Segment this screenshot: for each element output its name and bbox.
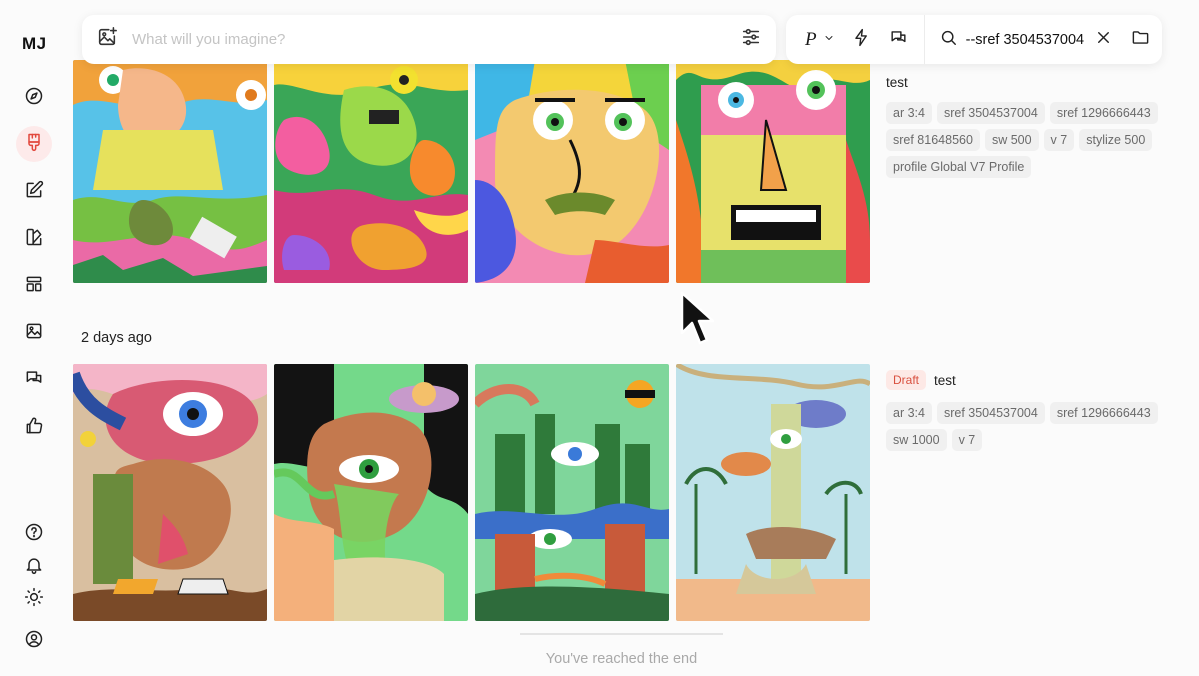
settings-sliders-icon[interactable] [740,26,762,53]
search-button[interactable] [939,15,958,64]
image-icon [24,321,44,346]
end-of-feed-text: You've reached the end [545,651,698,667]
image-meta-1: test ar 3:4 sref 3504537004 sref 129666644… [886,75,1176,178]
edit-icon [24,180,44,205]
sidebar-item-chat[interactable] [16,362,52,398]
param-chip[interactable]: sw 500 [984,129,1039,151]
generated-image[interactable] [274,364,468,621]
param-chips: ar 3:4 sref 3504537004 sref 1296666443 sref… [886,102,1166,178]
clear-search-button[interactable] [1094,15,1113,64]
generated-image[interactable] [73,60,267,283]
param-chip[interactable]: v 7 [1043,129,1075,151]
param-chip[interactable]: sref 81648560 [886,129,980,151]
job-title[interactable]: test [934,373,956,388]
app-logo[interactable]: MJ [22,34,47,54]
date-heading: 2 days ago [81,330,152,346]
sidebar: MJ [0,0,68,676]
layout-icon [24,274,44,299]
image-meta-2: Draft test ar 3:4 sref 3504537004 sref 129… [886,370,1176,451]
chat-icon [24,368,44,393]
theme-toggle[interactable] [16,581,52,617]
sidebar-item-organize[interactable] [16,268,52,304]
param-chip[interactable]: sref 3504537004 [936,102,1045,124]
param-chip[interactable]: sref 1296666443 [1049,402,1158,424]
chat-mode-button[interactable] [889,15,908,64]
param-chip[interactable]: stylize 500 [1079,129,1153,151]
speed-button[interactable] [852,15,871,64]
sidebar-item-rate[interactable] [16,410,52,446]
param-chips: ar 3:4 sref 3504537004 sref 1296666443 sw 1… [886,402,1166,451]
thumbs-up-icon [24,416,44,441]
param-chip[interactable]: sref 1296666443 [1049,102,1158,124]
close-icon [1094,28,1113,52]
brush-icon [24,132,44,157]
param-chip[interactable]: profile Global V7 Profile [886,156,1032,178]
sidebar-item-edit[interactable] [16,174,52,210]
user-icon [24,629,44,654]
generated-image[interactable] [676,60,870,283]
prompt-input[interactable] [132,31,732,48]
sidebar-item-gallery[interactable] [16,315,52,351]
sidebar-item-personalize[interactable] [16,221,52,257]
generated-image[interactable] [676,364,870,621]
personalize-dropdown[interactable]: P [786,15,835,64]
chevron-down-icon [817,31,835,49]
compass-icon [24,86,44,111]
lightning-icon [852,28,871,52]
param-chip[interactable]: ar 3:4 [886,402,932,424]
image-row-2 [73,364,870,621]
draft-badge: Draft [886,370,927,390]
sidebar-item-explore[interactable] [16,80,52,116]
search-input[interactable]: --sref 3504537004 [966,32,1084,48]
generated-image[interactable] [475,364,669,621]
param-chip[interactable]: ar 3:4 [886,102,932,124]
param-chip[interactable]: sw 1000 [886,429,947,451]
bell-icon [24,555,44,580]
generated-image[interactable] [73,364,267,621]
end-divider [520,633,723,635]
personalize-label: P [805,28,817,50]
toolbar: P --sref 3504537004 [786,15,1162,64]
generated-image[interactable] [475,60,669,283]
search-icon [939,28,958,52]
palette-icon [24,227,44,252]
sun-icon [24,587,44,612]
help-icon [24,522,44,547]
generated-image[interactable] [274,60,468,283]
folder-icon [1131,28,1150,52]
add-image-icon[interactable] [96,26,118,53]
mouse-cursor-icon [680,291,714,345]
job-title[interactable]: test [886,75,908,90]
sidebar-item-create[interactable] [16,126,52,162]
param-chip[interactable]: sref 3504537004 [936,402,1045,424]
help-button[interactable] [16,516,52,552]
prompt-bar [82,15,776,64]
folder-button[interactable] [1131,15,1150,64]
image-row-1 [73,60,870,283]
param-chip[interactable]: v 7 [951,429,983,451]
toolbar-divider [923,15,925,64]
notifications-button[interactable] [16,549,52,585]
chat-icon [889,28,908,52]
